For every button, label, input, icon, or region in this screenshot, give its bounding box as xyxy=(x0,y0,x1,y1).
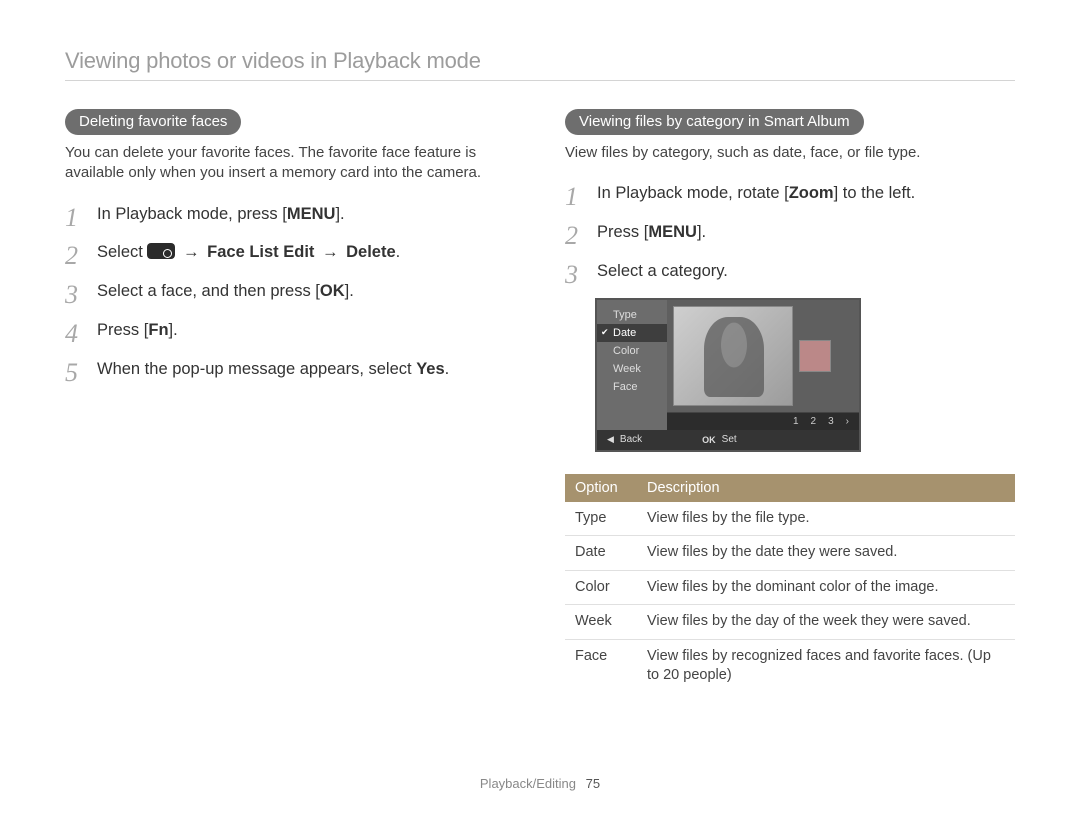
table-row: Week View files by the day of the week t… xyxy=(565,605,1015,640)
lcd-set-hint: OK Set xyxy=(702,434,737,445)
lcd-footer: ◀ Back OK Set xyxy=(597,430,859,450)
menu-button-label: MENU xyxy=(287,205,336,223)
arrow-icon: → xyxy=(180,243,203,261)
step-1: In Playback mode, press [MENU]. xyxy=(65,202,515,227)
pager-num: 2 xyxy=(811,416,817,427)
lcd-frame: Type Date Color Week Face xyxy=(595,298,861,452)
zoom-button-label: Zoom xyxy=(789,184,834,202)
page-title: Viewing photos or videos in Playback mod… xyxy=(65,48,1015,74)
table-row: Face View files by recognized faces and … xyxy=(565,639,1015,693)
step-text: Select a category. xyxy=(597,262,728,280)
footer-section: Playback/Editing xyxy=(480,776,576,791)
cell-option: Color xyxy=(565,570,637,605)
yes-label: Yes xyxy=(416,360,444,378)
ok-icon: OK xyxy=(702,435,716,445)
thumbnail-large xyxy=(673,306,793,406)
horizontal-rule xyxy=(65,80,1015,81)
camera-settings-icon xyxy=(147,243,175,259)
lcd-main: 1 2 3 › xyxy=(667,300,859,430)
step-text: ]. xyxy=(345,282,354,300)
lcd-pager: 1 2 3 › xyxy=(667,412,859,430)
left-column: Deleting favorite faces You can delete y… xyxy=(65,109,515,693)
step-text: ]. xyxy=(697,223,706,241)
menu-button-label: MENU xyxy=(648,223,697,241)
right-column: Viewing files by category in Smart Album… xyxy=(565,109,1015,693)
chevron-right-icon: › xyxy=(846,416,849,427)
lcd-menu-item-selected: Date xyxy=(597,324,667,342)
step-3: Select a face, and then press [OK]. xyxy=(65,279,515,304)
lcd-back-hint: ◀ Back xyxy=(607,434,642,445)
step-text: Press [ xyxy=(597,223,648,241)
table-row: Color View files by the dominant color o… xyxy=(565,570,1015,605)
cell-desc: View files by the date they were saved. xyxy=(637,536,1015,571)
step-text: . xyxy=(445,360,450,378)
category-options-table: Option Description Type View files by th… xyxy=(565,474,1015,693)
cell-option: Week xyxy=(565,605,637,640)
thumbnail-small xyxy=(799,340,831,372)
col-header-description: Description xyxy=(637,474,1015,502)
lcd-menu-item: Face xyxy=(597,378,667,396)
step-text: ]. xyxy=(169,321,178,339)
step-text: In Playback mode, rotate [ xyxy=(597,184,789,202)
two-column-layout: Deleting favorite faces You can delete y… xyxy=(65,109,1015,693)
col-header-option: Option xyxy=(565,474,637,502)
cell-option: Date xyxy=(565,536,637,571)
lcd-thumbnails xyxy=(667,300,859,412)
step-text: ]. xyxy=(335,205,344,223)
table-header-row: Option Description xyxy=(565,474,1015,502)
step-2: Press [MENU]. xyxy=(565,220,1015,245)
intro-text: You can delete your favorite faces. The … xyxy=(65,143,515,184)
lcd-menu-item: Color xyxy=(597,342,667,360)
fn-button-label: Fn xyxy=(148,321,168,339)
cell-desc: View files by the dominant color of the … xyxy=(637,570,1015,605)
arrow-icon: → xyxy=(319,243,342,261)
ok-button-label: OK xyxy=(320,282,345,300)
steps-list-left: In Playback mode, press [MENU]. Select →… xyxy=(65,202,515,382)
menu-path-item: Delete xyxy=(346,243,396,261)
step-2: Select → Face List Edit → Delete. xyxy=(65,240,515,265)
section-pill-delete-faces: Deleting favorite faces xyxy=(65,109,241,135)
lcd-body: Type Date Color Week Face xyxy=(597,300,859,430)
lcd-set-label: Set xyxy=(722,434,737,445)
step-text: When the pop-up message appears, select xyxy=(97,360,416,378)
step-text: Select xyxy=(97,243,147,261)
manual-page: Viewing photos or videos in Playback mod… xyxy=(0,0,1080,815)
step-text: In Playback mode, press [ xyxy=(97,205,287,223)
menu-path-item: Face List Edit xyxy=(207,243,314,261)
page-footer: Playback/Editing 75 xyxy=(0,776,1080,791)
step-3: Select a category. xyxy=(565,259,1015,284)
lcd-back-label: Back xyxy=(620,434,642,445)
step-4: Press [Fn]. xyxy=(65,318,515,343)
lcd-menu-item: Type xyxy=(597,306,667,324)
lcd-menu-item: Week xyxy=(597,360,667,378)
section-pill-smart-album: Viewing files by category in Smart Album xyxy=(565,109,864,135)
step-5: When the pop-up message appears, select … xyxy=(65,357,515,382)
table-row: Date View files by the date they were sa… xyxy=(565,536,1015,571)
step-1: In Playback mode, rotate [Zoom] to the l… xyxy=(565,181,1015,206)
footer-page-number: 75 xyxy=(586,776,600,791)
pager-num: 3 xyxy=(828,416,834,427)
step-text: ] to the left. xyxy=(834,184,916,202)
pager-num: 1 xyxy=(793,416,799,427)
lcd-category-menu: Type Date Color Week Face xyxy=(597,300,667,430)
steps-list-right: In Playback mode, rotate [Zoom] to the l… xyxy=(565,181,1015,283)
triangle-left-icon: ◀ xyxy=(607,434,614,445)
cell-desc: View files by the file type. xyxy=(637,502,1015,536)
lcd-screenshot: Type Date Color Week Face xyxy=(595,298,861,452)
table-row: Type View files by the file type. xyxy=(565,502,1015,536)
cell-desc: View files by recognized faces and favor… xyxy=(637,639,1015,693)
cell-option: Face xyxy=(565,639,637,693)
cell-desc: View files by the day of the week they w… xyxy=(637,605,1015,640)
step-text: Press [ xyxy=(97,321,148,339)
intro-text: View files by category, such as date, fa… xyxy=(565,143,1015,163)
step-text: . xyxy=(396,243,401,261)
cell-option: Type xyxy=(565,502,637,536)
step-text: Select a face, and then press [ xyxy=(97,282,320,300)
